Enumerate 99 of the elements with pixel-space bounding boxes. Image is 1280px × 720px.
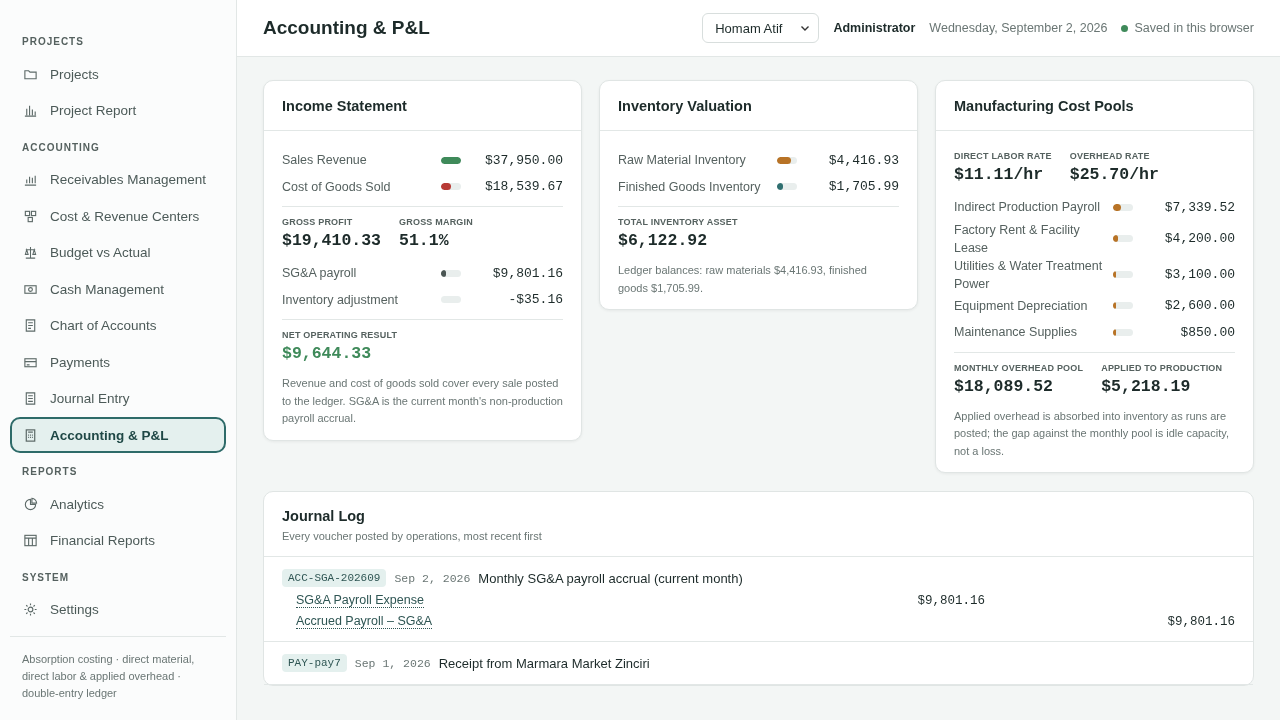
metric-value: $18,089.52 [954, 376, 1054, 396]
line-item-label: Utilities & Water Treatment Power [954, 257, 1104, 293]
debit-amount: $9,801.16 [916, 593, 985, 608]
voucher-tag: PAY-pay7 [282, 654, 347, 672]
metric-label: OVERHEAD RATE [1069, 151, 1151, 161]
metric-label: GROSS MARGIN [399, 217, 473, 227]
metric-value: $25.70/hr [1069, 165, 1159, 184]
share-bar [1113, 302, 1133, 310]
table-icon [23, 533, 38, 548]
sidebar-item[interactable]: Budget vs Actual [10, 234, 226, 271]
metric-label: MONTHLY OVERHEAD POOL [954, 362, 1084, 373]
card-note: Ledger balances: raw materials $4,416.93, finished goods $1,705.99. [618, 263, 868, 296]
share-bar [1113, 328, 1133, 336]
section-heading: SYSTEM [22, 571, 70, 583]
line-item-label: Sales Revenue [282, 152, 368, 170]
boxes-icon [23, 208, 38, 224]
account-link[interactable]: Accrued Payroll – SG&A [296, 614, 433, 629]
sidebar-item[interactable]: Accounting & P&L [10, 417, 226, 453]
amount: $1,705.99 [827, 179, 899, 195]
amount: $4,200.00 [1163, 231, 1235, 246]
card-title: Inventory Valuation [618, 97, 752, 114]
card-subtitle: Every voucher posted by operations, most recent first [282, 530, 543, 542]
bar-chart-icon [23, 103, 38, 118]
pie-chart-icon [23, 496, 38, 512]
user-role: Administrator [833, 21, 916, 35]
settings-icon [23, 602, 38, 617]
sidebar-item[interactable]: Cash Management [10, 271, 226, 307]
line-item-label: Inventory adjustment [282, 291, 400, 309]
section-heading: PROJECTS [22, 36, 84, 47]
sidebar-footnote: Absorption costing · direct material, direct labor & applied overhead · double-entry ledger [22, 652, 195, 699]
metric-label: NET OPERATING RESULT [282, 330, 398, 340]
line-item-label: Cost of Goods Sold [282, 178, 392, 196]
line-item-label: Indirect Production Payroll [954, 199, 1101, 217]
amount: $4,416.93 [827, 152, 899, 168]
card-note: Revenue and cost of goods sold cover every sale posted to the ledger. SG&A is the current month's non-production payroll accrual. [282, 376, 563, 426]
voucher-tag: ACC-SGA-202609 [282, 569, 387, 587]
share-bar [441, 156, 461, 164]
metric-value: 51.1% [399, 231, 449, 250]
amount: $2,600.00 [1163, 298, 1235, 314]
sidebar-item[interactable]: Journal Entry [10, 380, 226, 417]
card-note: Applied overhead is absorbed into inventory as runs are posted; the gap against the monthly pool is idle capacity, not a loss. [954, 408, 1230, 459]
amount: $37,950.00 [484, 152, 563, 168]
metric-label: APPLIED TO PRODUCTION [1101, 362, 1223, 373]
scale-icon [23, 245, 38, 260]
entry-description: Receipt from Marmara Market Zinciri [438, 655, 650, 671]
entry-date: Sep 2, 2026 [394, 571, 471, 585]
sidebar-item[interactable]: Financial Reports [10, 522, 226, 559]
share-bar [777, 156, 797, 164]
sidebar-item[interactable]: Projects [10, 56, 226, 92]
sidebar-item[interactable]: Settings [10, 591, 226, 628]
share-bar [441, 269, 461, 277]
metric-value: $5,218.19 [1101, 376, 1191, 396]
share-bar [777, 183, 797, 191]
sidebar-item[interactable]: Payments [10, 344, 226, 380]
share-bar [1113, 271, 1133, 278]
share-bar [441, 183, 461, 191]
metric-value: $11.11/hr [954, 165, 1044, 184]
save-status: Saved in this browser [1134, 21, 1254, 35]
metric-label: TOTAL INVENTORY ASSET [618, 217, 738, 227]
credit-amount: $9,801.16 [1166, 614, 1235, 629]
metric-value: $9,644.33 [282, 344, 372, 363]
amount: $9,801.16 [491, 265, 563, 281]
amount: $18,539.67 [484, 179, 563, 195]
sidebar-item[interactable]: Analytics [10, 486, 226, 522]
entry-date: Sep 1, 2026 [354, 656, 431, 670]
line-item-label: Finished Goods Inventory [618, 178, 762, 196]
document-icon [23, 391, 38, 406]
amount: -$35.16 [507, 292, 563, 308]
document-icon [23, 318, 38, 333]
line-item-label: Raw Material Inventory [618, 152, 747, 170]
current-date: Wednesday, September 2, 2026 [929, 21, 1108, 35]
section-heading: REPORTS [22, 466, 78, 477]
share-bar [1113, 235, 1133, 242]
user-select[interactable]: Homam Atif [702, 13, 820, 43]
line-item-label: Equipment Depreciation [954, 297, 1089, 315]
amount: $850.00 [1179, 324, 1235, 340]
chevron-down-icon [800, 23, 811, 33]
account-link[interactable]: SG&A Payroll Expense [296, 593, 424, 608]
metric-value: $19,410.33 [282, 231, 382, 250]
amount: $7,339.52 [1163, 199, 1235, 215]
line-item-label: Maintenance Supplies [954, 324, 1078, 342]
sidebar-item[interactable]: Chart of Accounts [10, 307, 226, 344]
line-item-label: Factory Rent & Facility Lease [954, 221, 1081, 257]
sidebar-item[interactable]: Project Report [10, 92, 226, 129]
calculator-icon [23, 427, 38, 443]
sidebar-item[interactable]: Cost & Revenue Centers [10, 198, 226, 234]
card-title: Journal Log [282, 508, 366, 524]
card-title: Manufacturing Cost Pools [954, 97, 1134, 114]
entry-description: Monthly SG&A payroll accrual (current month) [478, 570, 743, 586]
page-title: Accounting & P&L [263, 17, 430, 39]
metric-value: $6,122.92 [618, 231, 708, 250]
metric-label: DIRECT LABOR RATE [954, 151, 1052, 161]
metric-label: GROSS PROFIT [282, 217, 354, 227]
sidebar-item[interactable]: Receivables Management [10, 161, 226, 198]
line-item-label: SG&A payroll [282, 265, 358, 283]
card-title: Income Statement [282, 97, 407, 114]
share-bar [1113, 203, 1133, 211]
amount: $3,100.00 [1163, 267, 1235, 282]
section-heading: ACCOUNTING [22, 141, 100, 153]
